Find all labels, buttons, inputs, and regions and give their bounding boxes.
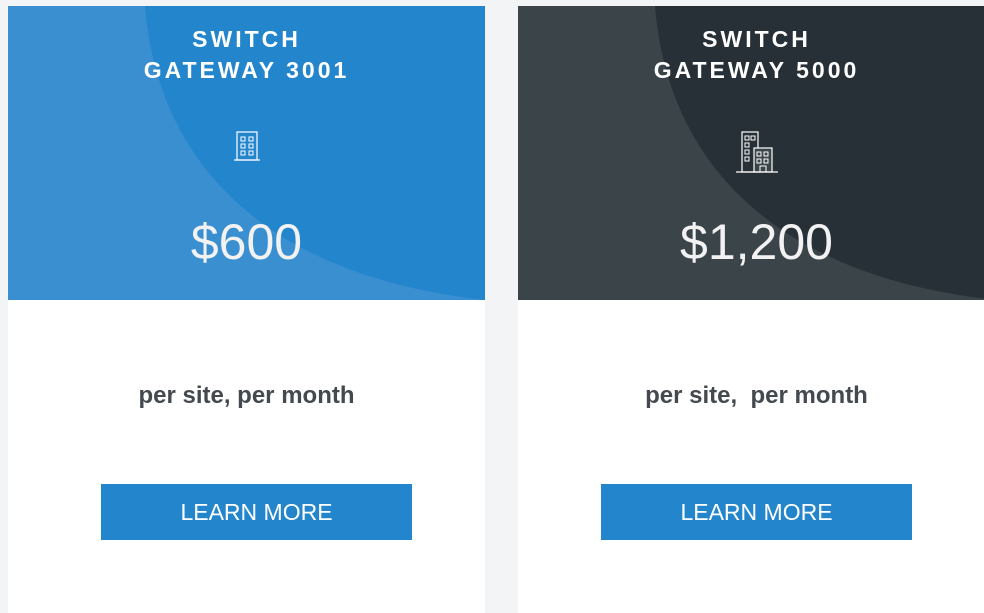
learn-more-button[interactable]: LEARN MORE — [101, 484, 412, 540]
plan-card-header: SWITCH GATEWAY 5000 $1,200 — [518, 6, 984, 300]
plan-price: $1,200 — [680, 214, 833, 270]
plan-title-line2: GATEWAY 3001 — [143, 57, 350, 83]
plan-card-header: SWITCH GATEWAY 3001 $600 — [8, 6, 485, 300]
plan-title-line2: GATEWAY 5000 — [653, 57, 860, 83]
learn-more-button[interactable]: LEARN MORE — [601, 484, 912, 540]
buildings-icon — [734, 130, 780, 179]
plan-title: SWITCH GATEWAY 5000 — [518, 24, 984, 86]
plan-card-gateway-3001: SWITCH GATEWAY 3001 $600 per site, per m… — [8, 6, 485, 613]
plan-title-line1: SWITCH — [192, 26, 301, 52]
plan-title: SWITCH GATEWAY 3001 — [8, 24, 485, 86]
building-icon — [233, 130, 260, 167]
plan-title-line1: SWITCH — [702, 26, 811, 52]
plan-period: per site, per month — [138, 382, 355, 409]
plan-price: $600 — [190, 214, 303, 270]
plan-card-gateway-5000: SWITCH GATEWAY 5000 $1,200 per site, per… — [518, 6, 984, 613]
plan-period: per site, per month — [645, 382, 868, 409]
